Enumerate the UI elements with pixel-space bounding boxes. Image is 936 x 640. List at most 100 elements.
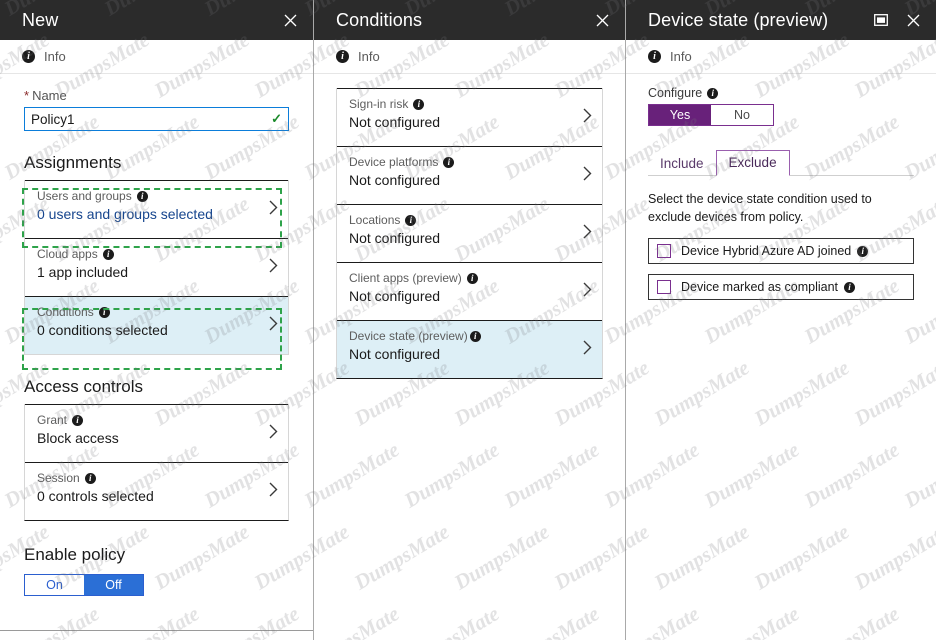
- tile-conditions[interactable]: Conditions i 0 conditions selected: [25, 296, 288, 354]
- panel-device-state-titlebar: Device state (preview): [626, 0, 936, 40]
- access-controls-heading: Access controls: [24, 377, 144, 396]
- close-icon[interactable]: [900, 7, 926, 33]
- maximize-icon[interactable]: [868, 7, 894, 33]
- enable-policy-option-off[interactable]: Off: [84, 575, 143, 595]
- screen-root: New i Info *Name Policy1 ✓ Assignments: [0, 0, 936, 640]
- tile-locations-value: Not configured: [349, 230, 441, 246]
- name-field-wrap: * Name Policy1 ✓: [0, 74, 313, 131]
- tile-device-state-label: Device state (preview): [349, 329, 468, 343]
- panel-conditions-title: Conditions: [336, 9, 423, 30]
- info-icon: i: [466, 272, 478, 284]
- checkbox-row-hybrid-azure-ad-joined[interactable]: Device Hybrid Azure AD joined i: [648, 238, 914, 265]
- chevron-right-icon: [583, 224, 592, 244]
- info-icon: i: [844, 281, 856, 293]
- configure-label-row: Configure i: [648, 86, 914, 100]
- tile-cloud-apps-label-row: Cloud apps i: [37, 247, 258, 261]
- tile-sign-in-risk-label-row: Sign-in risk i: [349, 97, 572, 111]
- tile-sign-in-risk[interactable]: Sign-in risk i Not configured: [337, 88, 602, 146]
- panel-new-titlebar: New: [0, 0, 313, 40]
- tile-session-label: Session: [37, 471, 80, 485]
- configure-option-yes[interactable]: Yes: [649, 105, 711, 125]
- info-icon: i: [98, 306, 110, 318]
- tile-users-and-groups-value: 0 users and groups selected: [37, 206, 213, 222]
- panel-device-state-info-bar[interactable]: i Info: [626, 40, 936, 74]
- tile-sign-in-risk-label: Sign-in risk: [349, 97, 409, 111]
- checkbox-row-marked-as-compliant[interactable]: Device marked as compliant i: [648, 274, 914, 301]
- tile-grant-label-row: Grant i: [37, 413, 258, 427]
- name-input-value: Policy1: [31, 111, 75, 127]
- enable-policy-option-on[interactable]: On: [25, 575, 84, 595]
- tile-client-apps-label: Client apps (preview): [349, 271, 462, 285]
- tile-client-apps-label-row: Client apps (preview) i: [349, 271, 572, 285]
- tile-device-state-value: Not configured: [349, 346, 441, 362]
- configure-label: Configure: [648, 86, 703, 100]
- tile-device-platforms-label: Device platforms: [349, 155, 439, 169]
- enable-policy-toggle[interactable]: On Off: [24, 574, 144, 596]
- chevron-right-icon: [269, 200, 278, 220]
- chevron-right-icon: [269, 258, 278, 278]
- info-icon: i: [136, 190, 148, 202]
- info-icon: i: [857, 245, 869, 257]
- info-icon: i: [22, 50, 35, 63]
- chevron-right-icon: [269, 482, 278, 502]
- conditions-tiles: Sign-in risk i Not configured Device pla…: [336, 88, 603, 379]
- info-icon: i: [469, 330, 481, 342]
- checkbox-marked-as-compliant-label: Device marked as compliant: [681, 280, 839, 295]
- required-asterisk: *: [24, 88, 30, 103]
- tile-client-apps-value: Not configured: [349, 288, 441, 304]
- tile-device-platforms-label-row: Device platforms i: [349, 155, 572, 169]
- panel-device-state: Device state (preview) i Info Configure …: [625, 0, 936, 640]
- chevron-right-icon: [269, 316, 278, 336]
- panel-new-policy: New i Info *Name Policy1 ✓ Assignments: [0, 0, 313, 640]
- tab-include[interactable]: Include: [648, 152, 716, 176]
- tile-device-state[interactable]: Device state (preview) i Not configured: [337, 320, 602, 378]
- tile-session-label-row: Session i: [37, 471, 258, 485]
- info-label: Info: [44, 49, 66, 64]
- close-icon[interactable]: [589, 7, 615, 33]
- checkbox-marked-as-compliant-label-row: Device marked as compliant i: [681, 280, 856, 295]
- chevron-right-icon: [583, 166, 592, 186]
- panel-conditions-body: Sign-in risk i Not configured Device pla…: [314, 74, 625, 379]
- panel-new-info-bar[interactable]: i Info: [0, 40, 313, 74]
- tile-sign-in-risk-value: Not configured: [349, 114, 441, 130]
- close-icon[interactable]: [277, 7, 303, 33]
- checkbox-marked-as-compliant[interactable]: [657, 280, 671, 295]
- tile-cloud-apps[interactable]: Cloud apps i 1 app included: [25, 238, 288, 296]
- info-icon: i: [405, 214, 417, 226]
- checkbox-hybrid-azure-ad-joined-label-row: Device Hybrid Azure AD joined i: [681, 244, 869, 259]
- configure-option-no[interactable]: No: [711, 105, 773, 125]
- info-icon: i: [72, 414, 84, 426]
- info-icon: i: [336, 50, 349, 63]
- tile-locations-label-row: Locations i: [349, 213, 572, 227]
- tile-client-apps[interactable]: Client apps (preview) i Not configured: [337, 262, 602, 320]
- chevron-right-icon: [269, 424, 278, 444]
- checkbox-hybrid-azure-ad-joined-label: Device Hybrid Azure AD joined: [681, 244, 852, 259]
- access-controls-tiles: Grant i Block access Session i 0 control…: [24, 404, 289, 521]
- info-label: Info: [670, 49, 692, 64]
- info-icon: i: [413, 98, 425, 110]
- chevron-right-icon: [583, 108, 592, 128]
- info-icon: i: [102, 248, 114, 260]
- chevron-right-icon: [583, 282, 592, 302]
- tile-session[interactable]: Session i 0 controls selected: [25, 462, 288, 520]
- name-input[interactable]: Policy1 ✓: [24, 107, 289, 131]
- checkbox-hybrid-azure-ad-joined[interactable]: [657, 244, 671, 259]
- tile-locations[interactable]: Locations i Not configured: [337, 204, 602, 262]
- tile-users-and-groups[interactable]: Users and groups i 0 users and groups se…: [25, 180, 288, 238]
- tile-device-state-label-row: Device state (preview) i: [349, 329, 572, 343]
- tile-grant[interactable]: Grant i Block access: [25, 404, 288, 462]
- panel-conditions-info-bar[interactable]: i Info: [314, 40, 625, 74]
- assignments-heading: Assignments: [24, 153, 122, 172]
- chevron-right-icon: [583, 340, 592, 360]
- tile-users-and-groups-label-row: Users and groups i: [37, 189, 258, 203]
- tile-users-and-groups-label: Users and groups: [37, 189, 132, 203]
- configure-toggle[interactable]: Yes No: [648, 104, 774, 126]
- info-label: Info: [358, 49, 380, 64]
- include-exclude-tabs: Include Exclude: [648, 146, 914, 176]
- info-icon: i: [707, 87, 719, 99]
- tile-conditions-value: 0 conditions selected: [37, 322, 168, 338]
- tile-session-value: 0 controls selected: [37, 488, 154, 504]
- tab-exclude[interactable]: Exclude: [715, 150, 790, 176]
- tile-device-platforms[interactable]: Device platforms i Not configured: [337, 146, 602, 204]
- tile-grant-label: Grant: [37, 413, 68, 427]
